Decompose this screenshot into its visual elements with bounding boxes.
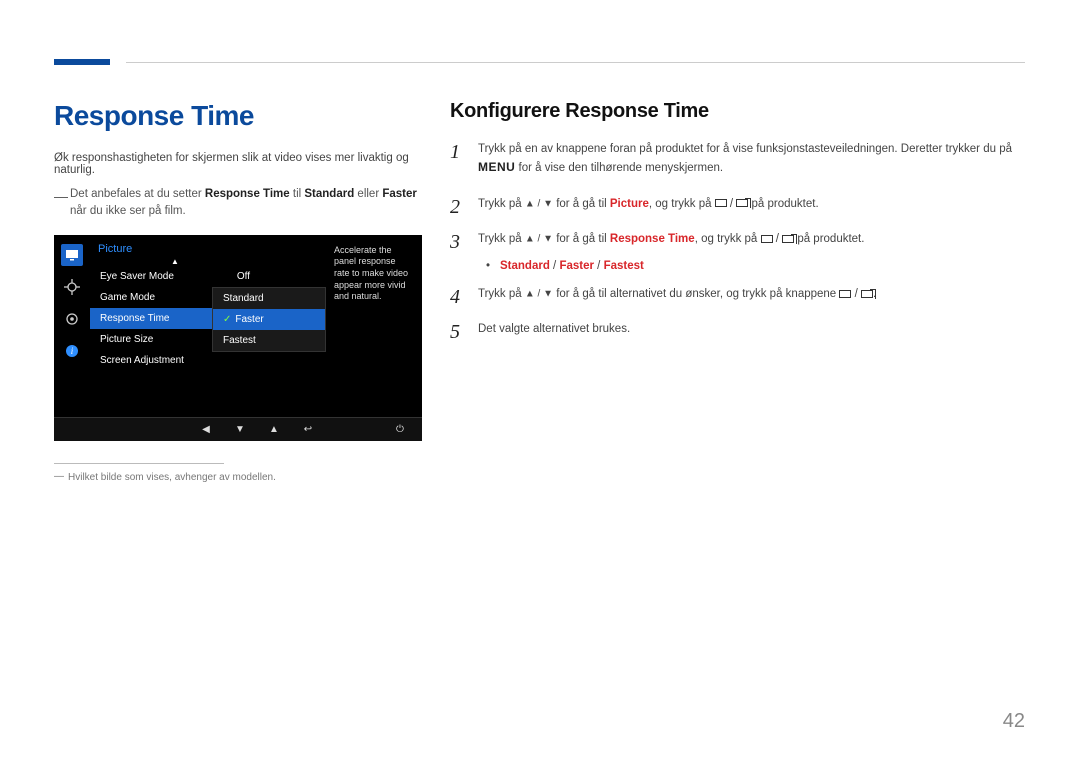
step-3: Trykk på ▲ / ▼ for å gå til Response Tim…	[450, 231, 1025, 248]
enter-button-icon	[736, 199, 748, 207]
nav-power-icon: ⏻	[392, 424, 408, 435]
nav-left-icon: ◀	[198, 424, 214, 435]
button-icon	[761, 235, 773, 243]
info-icon: i	[61, 340, 83, 362]
top-rule	[126, 62, 1025, 63]
steps-list: Trykk på en av knappene foran på produkt…	[450, 141, 1025, 248]
enter-button-icon	[861, 290, 873, 298]
footnote-text: ― Hvilket bilde som vises, avhenger av m…	[54, 472, 422, 483]
caret-up-icon: ▲	[90, 257, 260, 266]
intro-text: Øk responshastigheten for skjermen slik …	[54, 152, 422, 176]
submenu-faster: ✓Faster	[213, 309, 325, 330]
osd-submenu: Standard ✓Faster Fastest	[212, 287, 326, 352]
monitor-icon	[61, 244, 83, 266]
options-bullet: Standard / Faster / Fastest	[478, 260, 1025, 272]
enter-button-icon	[782, 235, 794, 243]
up-down-icon: ▲ / ▼	[525, 288, 553, 299]
submenu-fastest: Fastest	[213, 330, 325, 351]
step-5: Det valgte alternativet brukes.	[450, 321, 1025, 338]
osd-screenshot: i Picture ▲ Eye Saver Mode Off Game Mode…	[54, 235, 422, 441]
menu-item-eye-saver: Eye Saver Mode Off	[90, 266, 260, 287]
page-number: 42	[1003, 710, 1025, 733]
note-dash-icon: ―	[54, 186, 68, 207]
nav-enter-icon: ↩	[300, 424, 316, 435]
footnote-dash-icon: ―	[54, 471, 64, 482]
accent-bar	[54, 59, 110, 65]
osd-description: Accelerate the panel response rate to ma…	[329, 239, 417, 309]
button-icon	[839, 290, 851, 298]
up-down-icon: ▲ / ▼	[525, 233, 553, 244]
menu-item-screen-adjustment: Screen Adjustment	[90, 350, 260, 371]
button-icon	[715, 199, 727, 207]
heading-response-time: Response Time	[54, 100, 422, 132]
step-4: Trykk på ▲ / ▼ for å gå til alternativet…	[450, 286, 1025, 303]
footnote-rule	[54, 463, 224, 464]
steps-list-cont: Trykk på ▲ / ▼ for å gå til alternativet…	[450, 286, 1025, 339]
heading-configure: Konfigurere Response Time	[450, 100, 1025, 123]
nav-down-icon: ▼	[232, 424, 248, 435]
osd-sidebar: i	[54, 240, 90, 362]
check-icon: ✓	[223, 314, 231, 325]
osd-nav-bar: ◀ ▼ ▲ ↩ ⏻	[54, 417, 422, 441]
gear-icon	[61, 308, 83, 330]
step-1: Trykk på en av knappene foran på produkt…	[450, 141, 1025, 178]
menu-label: MENU	[478, 160, 515, 174]
submenu-standard: Standard	[213, 288, 325, 309]
nav-up-icon: ▲	[266, 424, 282, 435]
up-down-icon: ▲ / ▼	[525, 198, 553, 209]
target-icon	[61, 276, 83, 298]
step-2: Trykk på ▲ / ▼ for å gå til Picture, og …	[450, 196, 1025, 213]
recommendation-note: ― Det anbefales at du setter Response Ti…	[54, 186, 422, 221]
